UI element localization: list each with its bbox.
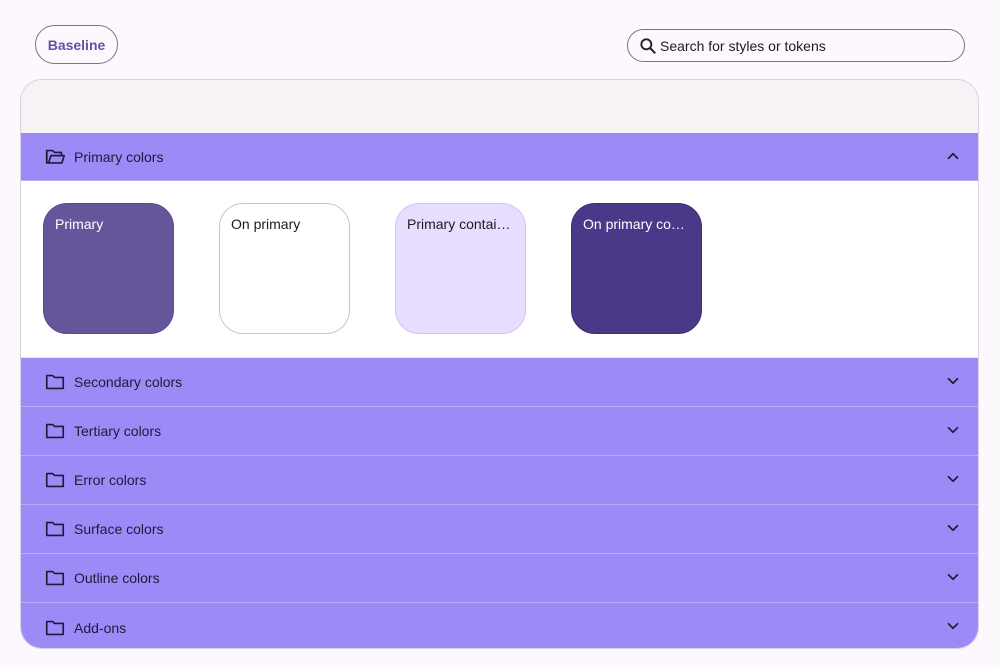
folder-icon bbox=[44, 617, 66, 639]
panel-header-area bbox=[21, 80, 978, 133]
section-header-error-colors[interactable]: Error colors bbox=[21, 456, 978, 505]
section-label: Outline colors bbox=[74, 570, 160, 586]
chevron-down-icon[interactable] bbox=[944, 568, 962, 586]
section-header-add-ons[interactable]: Add-ons bbox=[21, 603, 978, 648]
folder-icon bbox=[44, 420, 66, 442]
color-panel: Primary colors Primary On primary Primar… bbox=[20, 79, 979, 649]
folder-icon bbox=[44, 371, 66, 393]
section-header-tertiary-colors[interactable]: Tertiary colors bbox=[21, 407, 978, 456]
swatch-label: On primary bbox=[231, 216, 301, 232]
baseline-button[interactable]: Baseline bbox=[35, 25, 118, 64]
section-label: Primary colors bbox=[74, 148, 164, 165]
search-icon bbox=[640, 37, 656, 54]
search-input[interactable] bbox=[660, 37, 950, 54]
section-header-surface-colors[interactable]: Surface colors bbox=[21, 505, 978, 554]
section-header-primary-colors[interactable]: Primary colors bbox=[21, 133, 978, 181]
section-header-secondary-colors[interactable]: Secondary colors bbox=[21, 358, 978, 407]
section-label: Add-ons bbox=[74, 619, 127, 636]
chevron-down-icon[interactable] bbox=[944, 519, 962, 537]
section-label: Error colors bbox=[74, 472, 147, 488]
section-header-outline-colors[interactable]: Outline colors bbox=[21, 554, 978, 603]
swatch-primary[interactable]: Primary bbox=[43, 203, 174, 334]
chevron-up-icon[interactable] bbox=[944, 147, 962, 165]
section-label: Surface colors bbox=[74, 521, 164, 537]
folder-open-icon bbox=[44, 146, 66, 168]
primary-swatches: Primary On primary Primary contain... On… bbox=[21, 181, 978, 358]
swatch-label: On primary con... bbox=[583, 216, 690, 232]
chevron-down-icon[interactable] bbox=[944, 617, 962, 635]
chevron-down-icon[interactable] bbox=[944, 372, 962, 390]
chevron-down-icon[interactable] bbox=[944, 421, 962, 439]
section-label: Tertiary colors bbox=[74, 423, 162, 439]
swatch-label: Primary bbox=[55, 216, 104, 232]
swatch-on-primary[interactable]: On primary bbox=[219, 203, 350, 334]
top-bar: Baseline bbox=[0, 0, 1000, 80]
chevron-down-icon[interactable] bbox=[944, 470, 962, 488]
swatch-on-primary-container[interactable]: On primary con... bbox=[571, 203, 702, 334]
section-label: Secondary colors bbox=[74, 374, 183, 390]
folder-icon bbox=[44, 518, 66, 540]
swatch-label: Primary contain... bbox=[407, 216, 514, 232]
swatch-primary-container[interactable]: Primary contain... bbox=[395, 203, 526, 334]
folder-icon bbox=[44, 567, 66, 589]
folder-icon bbox=[44, 469, 66, 491]
search-box[interactable] bbox=[627, 29, 965, 62]
